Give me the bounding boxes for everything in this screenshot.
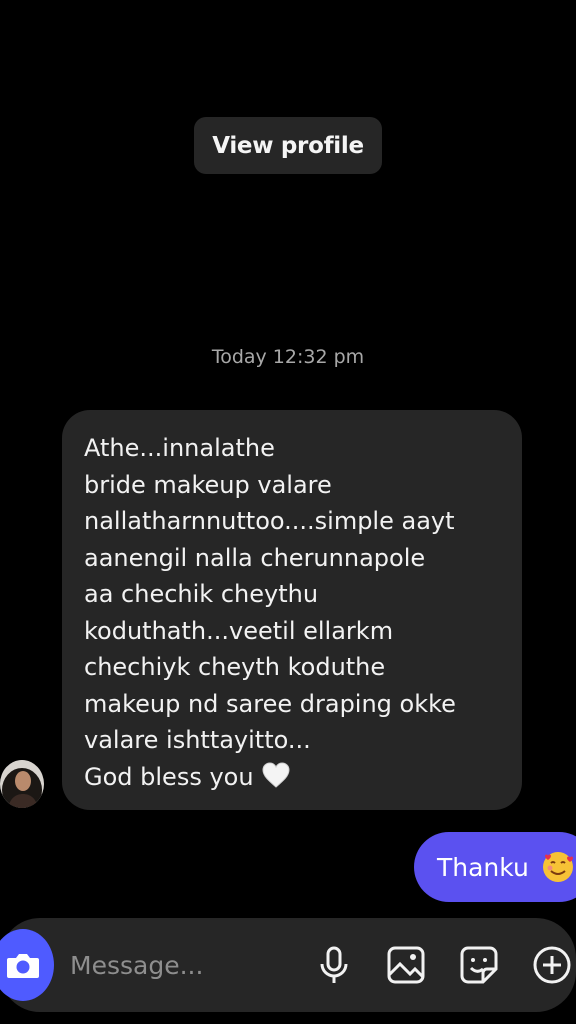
outgoing-message-bubble[interactable]: Thanku: [414, 832, 576, 902]
message-input[interactable]: [70, 944, 290, 986]
add-button[interactable]: [530, 942, 574, 988]
message-line: aa chechik cheythu: [84, 580, 319, 608]
message-line: valare ishttayitto...: [84, 726, 311, 754]
chat-screen: View profile Today 12:32 pm Athe...innal…: [0, 0, 576, 1024]
camera-icon: [7, 954, 39, 978]
avatar[interactable]: [0, 760, 44, 808]
message-line: chechiyk cheyth koduthe: [84, 653, 386, 681]
outgoing-message-text: Thanku: [437, 852, 529, 882]
gallery-button[interactable]: [384, 942, 428, 988]
message-timestamp: Today 12:32 pm: [211, 346, 365, 368]
message-line-text: God bless you: [84, 762, 254, 791]
gallery-icon: [387, 946, 425, 984]
message-line: koduthath...veetil ellarkm: [84, 616, 394, 645]
message-line: bride makeup valare: [84, 470, 332, 499]
view-profile-button[interactable]: View profile: [194, 117, 382, 174]
message-line-last: God bless you: [84, 759, 504, 796]
incoming-message-bubble[interactable]: Athe...innalathe bride makeup valare nal…: [62, 410, 522, 810]
microphone-button[interactable]: [312, 942, 356, 988]
white-heart-icon: [262, 761, 290, 788]
avatar-image: [0, 760, 44, 808]
message-line: nallatharnnuttoo....simple aayt: [84, 507, 455, 535]
smiling-face-with-hearts-icon: [541, 850, 575, 884]
sticker-button[interactable]: [457, 942, 501, 988]
microphone-icon: [320, 946, 348, 983]
add-icon: [533, 946, 571, 984]
message-line: aanengil nalla cherunnapole: [84, 543, 426, 572]
sticker-icon: [460, 946, 498, 984]
message-line: makeup nd saree draping okke: [84, 689, 456, 718]
message-line: Athe...innalathe: [84, 434, 275, 462]
